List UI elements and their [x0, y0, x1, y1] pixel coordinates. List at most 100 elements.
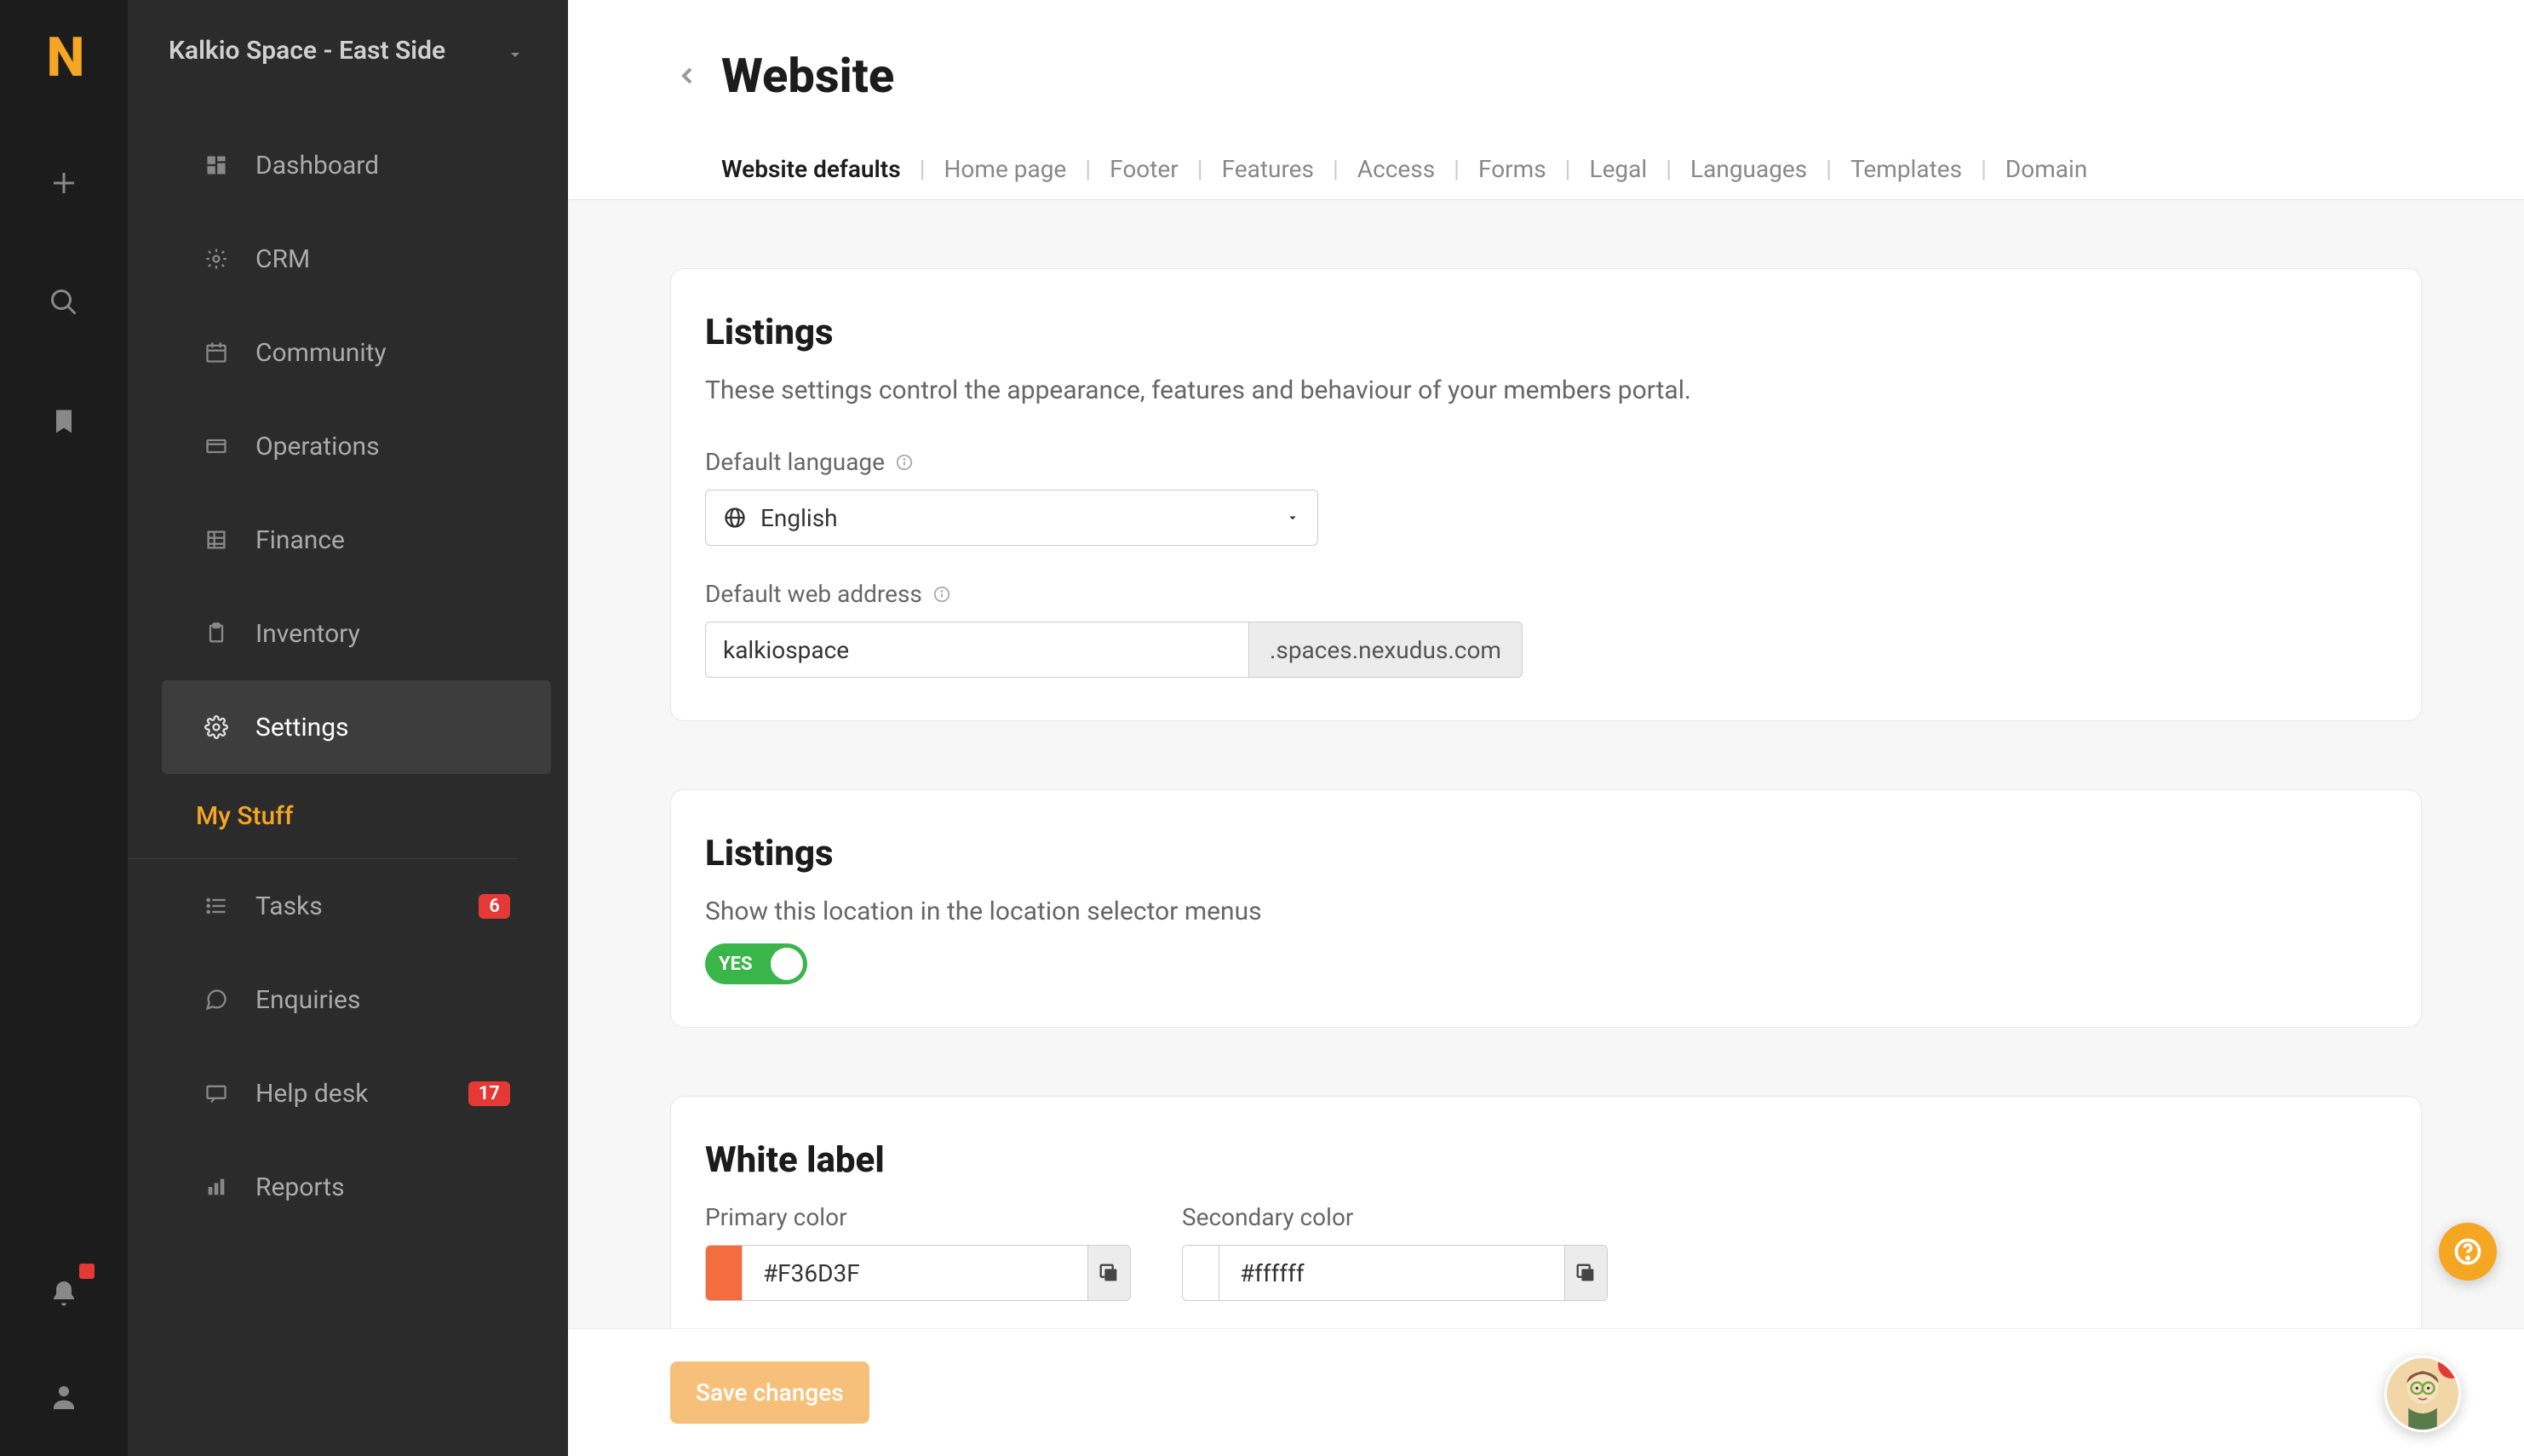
copy-primary-button[interactable] [1087, 1246, 1130, 1300]
card-desc: These settings control the appearance, f… [705, 375, 2387, 405]
sidebar-item-label: Community [255, 338, 510, 368]
user-icon[interactable] [38, 1371, 89, 1422]
page-header: Website Website defaults | Home page | Foote… [568, 0, 2524, 200]
card-icon [203, 433, 230, 460]
chat-icon [203, 986, 230, 1013]
secondary-color-swatch[interactable] [1183, 1246, 1219, 1300]
sidebar-item-label: Inventory [255, 619, 510, 649]
help-float-button[interactable] [2439, 1223, 2497, 1281]
tab-legal[interactable]: Legal [1590, 155, 1648, 183]
list-icon [203, 892, 230, 920]
back-button[interactable] [670, 59, 704, 93]
field-label-default-language: Default language [705, 448, 2387, 476]
tab-domain[interactable]: Domain [2005, 155, 2087, 183]
sidebar-sub-mystuff[interactable]: My Stuff [128, 774, 517, 859]
search-icon[interactable] [38, 277, 89, 328]
tab-templates[interactable]: Templates [1850, 155, 1962, 183]
info-icon[interactable] [895, 453, 914, 472]
info-icon[interactable] [932, 585, 951, 604]
tab-separator: | [1981, 155, 1987, 183]
content[interactable]: Listings These settings control the appe… [568, 200, 2524, 1456]
tab-separator: | [1085, 155, 1091, 183]
sidebar-item-dashboard[interactable]: Dashboard [162, 118, 551, 212]
sidebar-item-label: CRM [255, 244, 510, 274]
footer-bar: Save changes [568, 1328, 2524, 1456]
toggle-knob [771, 948, 803, 980]
sidebar-item-inventory[interactable]: Inventory [162, 587, 551, 680]
sidebar-item-label: Enquiries [255, 985, 510, 1015]
card-white-label: White label Primary color Secondary colo… [670, 1096, 2422, 1344]
sidebar-item-label: Finance [255, 525, 510, 555]
sidebar-item-operations[interactable]: Operations [162, 399, 551, 493]
location-visibility-toggle[interactable]: YES [705, 943, 807, 984]
tab-separator: | [1454, 155, 1460, 183]
tab-separator: | [1197, 155, 1203, 183]
sidebar-item-community[interactable]: Community [162, 306, 551, 399]
notifications-icon[interactable] [38, 1269, 89, 1320]
tab-home-page[interactable]: Home page [944, 155, 1066, 183]
sidebar-item-label: Help desk [255, 1079, 468, 1109]
copy-secondary-button[interactable] [1564, 1246, 1607, 1300]
save-button[interactable]: Save changes [670, 1361, 869, 1424]
field-label-default-web: Default web address [705, 580, 2387, 608]
tab-separator: | [920, 155, 926, 183]
web-address-suffix: .spaces.nexudus.com [1249, 622, 1523, 678]
gear-icon [203, 245, 230, 272]
copy-icon [1574, 1261, 1598, 1285]
tab-languages[interactable]: Languages [1690, 155, 1807, 183]
sidebar-item-label: Dashboard [255, 151, 510, 181]
chevron-down-icon [505, 44, 525, 65]
web-address-input[interactable] [705, 622, 1249, 678]
card-title: White label [705, 1139, 2387, 1181]
sidebar-item-label: Tasks [255, 891, 479, 921]
sidebar-item-tasks[interactable]: Tasks 6 [162, 859, 551, 953]
add-icon[interactable] [38, 158, 89, 209]
tab-features[interactable]: Features [1222, 155, 1314, 183]
sidebar: Kalkio Space - East Side Dashboard CRM C… [128, 0, 568, 1456]
tab-forms[interactable]: Forms [1478, 155, 1546, 183]
globe-icon [723, 506, 747, 530]
primary-color-swatch[interactable] [706, 1246, 743, 1300]
caret-down-icon [1285, 510, 1300, 525]
bars-icon [203, 1173, 230, 1201]
table-icon [203, 526, 230, 553]
logo[interactable]: N [46, 26, 81, 89]
card-listings-visibility: Listings Show this location in the locat… [670, 789, 2422, 1028]
dashboard-icon [203, 152, 230, 179]
sidebar-item-finance[interactable]: Finance [162, 493, 551, 587]
tab-separator: | [1333, 155, 1339, 183]
tab-separator: | [1666, 155, 1672, 183]
org-name: Kalkio Space - East Side [169, 34, 488, 67]
sidebar-item-reports[interactable]: Reports [162, 1140, 551, 1234]
org-selector[interactable]: Kalkio Space - East Side [128, 34, 568, 67]
tabs: Website defaults | Home page | Footer | Featur… [670, 138, 2422, 199]
message-icon [203, 1080, 230, 1107]
tab-website-defaults[interactable]: Website defaults [721, 155, 901, 183]
avatar-float-button[interactable]: 1 [2384, 1356, 2461, 1432]
sidebar-item-enquiries[interactable]: Enquiries [162, 953, 551, 1046]
tab-separator: | [1826, 155, 1832, 183]
sidebar-item-settings[interactable]: Settings [162, 680, 551, 774]
sidebar-item-crm[interactable]: CRM [162, 212, 551, 306]
tasks-badge: 6 [479, 894, 510, 919]
bookmark-icon[interactable] [38, 396, 89, 447]
page-title: Website [721, 48, 894, 104]
default-language-select[interactable]: English [705, 490, 1318, 546]
tab-access[interactable]: Access [1357, 155, 1435, 183]
clipboard-icon [203, 620, 230, 647]
sidebar-item-helpdesk[interactable]: Help desk 17 [162, 1046, 551, 1140]
card-title: Listings [705, 312, 2387, 353]
helpdesk-badge: 17 [468, 1081, 510, 1106]
tab-separator: | [1565, 155, 1571, 183]
sidebar-item-label: Settings [255, 713, 510, 742]
notifications-badge [79, 1264, 95, 1279]
sidebar-item-label: Operations [255, 432, 510, 461]
primary-color-input[interactable] [743, 1246, 1087, 1300]
card-listings-settings: Listings These settings control the appe… [670, 268, 2422, 721]
icon-rail: N [0, 0, 128, 1456]
secondary-color-input[interactable] [1219, 1246, 1564, 1300]
tab-footer[interactable]: Footer [1110, 155, 1179, 183]
card-title: Listings [705, 833, 2387, 874]
sidebar-item-label: Reports [255, 1172, 510, 1202]
field-label-secondary-color: Secondary color [1182, 1203, 1608, 1231]
